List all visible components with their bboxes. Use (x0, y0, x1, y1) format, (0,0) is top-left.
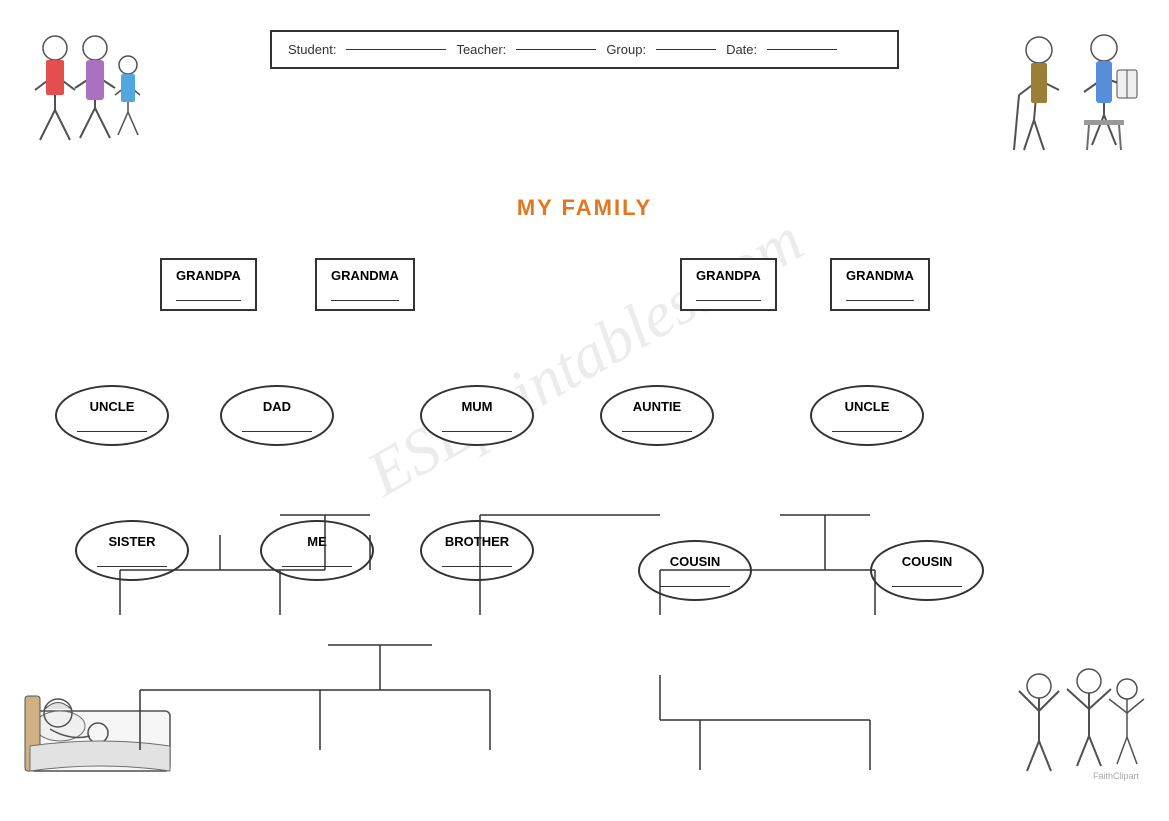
grandma2-label: GRANDMA (846, 268, 914, 283)
grandpa1-label: GRANDPA (176, 268, 241, 283)
cousin1-label: COUSIN (670, 554, 721, 569)
auntie-oval: AUNTIE (600, 385, 714, 446)
uncle2-label: UNCLE (845, 399, 890, 414)
watermark: ESLprintables.com (354, 203, 814, 512)
me-label: ME (307, 534, 327, 549)
me-oval: ME (260, 520, 374, 581)
uncle1-oval: UNCLE (55, 385, 169, 446)
node-grandpa2: GRANDPA (680, 258, 777, 311)
node-mum: MUM (420, 385, 534, 446)
deco-family-image (20, 20, 150, 180)
cousin2-name-line[interactable] (892, 573, 962, 587)
group-underline[interactable] (656, 49, 716, 50)
grandma2-name-line[interactable] (846, 287, 914, 301)
deco-bed-image (20, 651, 180, 791)
node-dad: DAD (220, 385, 334, 446)
header-info-box: Student: Teacher: Group: Date: (270, 30, 899, 69)
teacher-underline[interactable] (516, 49, 596, 50)
grandpa2-name-line[interactable] (696, 287, 761, 301)
auntie-name-line[interactable] (622, 418, 692, 432)
uncle1-label: UNCLE (90, 399, 135, 414)
deco-elderly-image (999, 20, 1149, 180)
grandma2-box: GRANDMA (830, 258, 930, 311)
brother-label: BROTHER (445, 534, 509, 549)
mum-label: MUM (461, 399, 492, 414)
grandma1-box: GRANDMA (315, 258, 415, 311)
uncle2-name-line[interactable] (832, 418, 902, 432)
node-brother: BROTHER (420, 520, 534, 581)
uncle1-name-line[interactable] (77, 418, 147, 432)
student-label: Student: (288, 42, 336, 57)
grandma1-label: GRANDMA (331, 268, 399, 283)
cousin2-label: COUSIN (902, 554, 953, 569)
grandpa2-box: GRANDPA (680, 258, 777, 311)
uncle2-oval: UNCLE (810, 385, 924, 446)
grandma1-name-line[interactable] (331, 287, 399, 301)
cousin2-oval: COUSIN (870, 540, 984, 601)
node-grandpa1: GRANDPA (160, 258, 257, 311)
cousin1-oval: COUSIN (638, 540, 752, 601)
grandpa2-label: GRANDPA (696, 268, 761, 283)
mum-name-line[interactable] (442, 418, 512, 432)
grandpa1-box: GRANDPA (160, 258, 257, 311)
auntie-label: AUNTIE (633, 399, 681, 414)
page-title: MY FAMILY (0, 195, 1169, 221)
node-cousin1: COUSIN (638, 540, 752, 601)
node-uncle2: UNCLE (810, 385, 924, 446)
node-uncle1: UNCLE (55, 385, 169, 446)
node-grandma1: GRANDMA (315, 258, 415, 311)
faithclippart-credit: FaithClipart (1093, 771, 1139, 781)
grandpa1-name-line[interactable] (176, 287, 241, 301)
node-grandma2: GRANDMA (830, 258, 930, 311)
node-auntie: AUNTIE (600, 385, 714, 446)
dad-label: DAD (263, 399, 291, 414)
student-underline[interactable] (346, 49, 446, 50)
sister-oval: SISTER (75, 520, 189, 581)
node-me: ME (260, 520, 374, 581)
mum-oval: MUM (420, 385, 534, 446)
brother-oval: BROTHER (420, 520, 534, 581)
date-label: Date: (726, 42, 757, 57)
node-sister: SISTER (75, 520, 189, 581)
node-cousin2: COUSIN (870, 540, 984, 601)
date-underline[interactable] (767, 49, 837, 50)
sister-name-line[interactable] (97, 553, 167, 567)
sister-label: SISTER (109, 534, 156, 549)
dad-name-line[interactable] (242, 418, 312, 432)
cousin1-name-line[interactable] (660, 573, 730, 587)
dad-oval: DAD (220, 385, 334, 446)
header-fields: Student: Teacher: Group: Date: (288, 42, 881, 57)
teacher-label: Teacher: (456, 42, 506, 57)
brother-name-line[interactable] (442, 553, 512, 567)
me-name-line[interactable] (282, 553, 352, 567)
group-label: Group: (606, 42, 646, 57)
